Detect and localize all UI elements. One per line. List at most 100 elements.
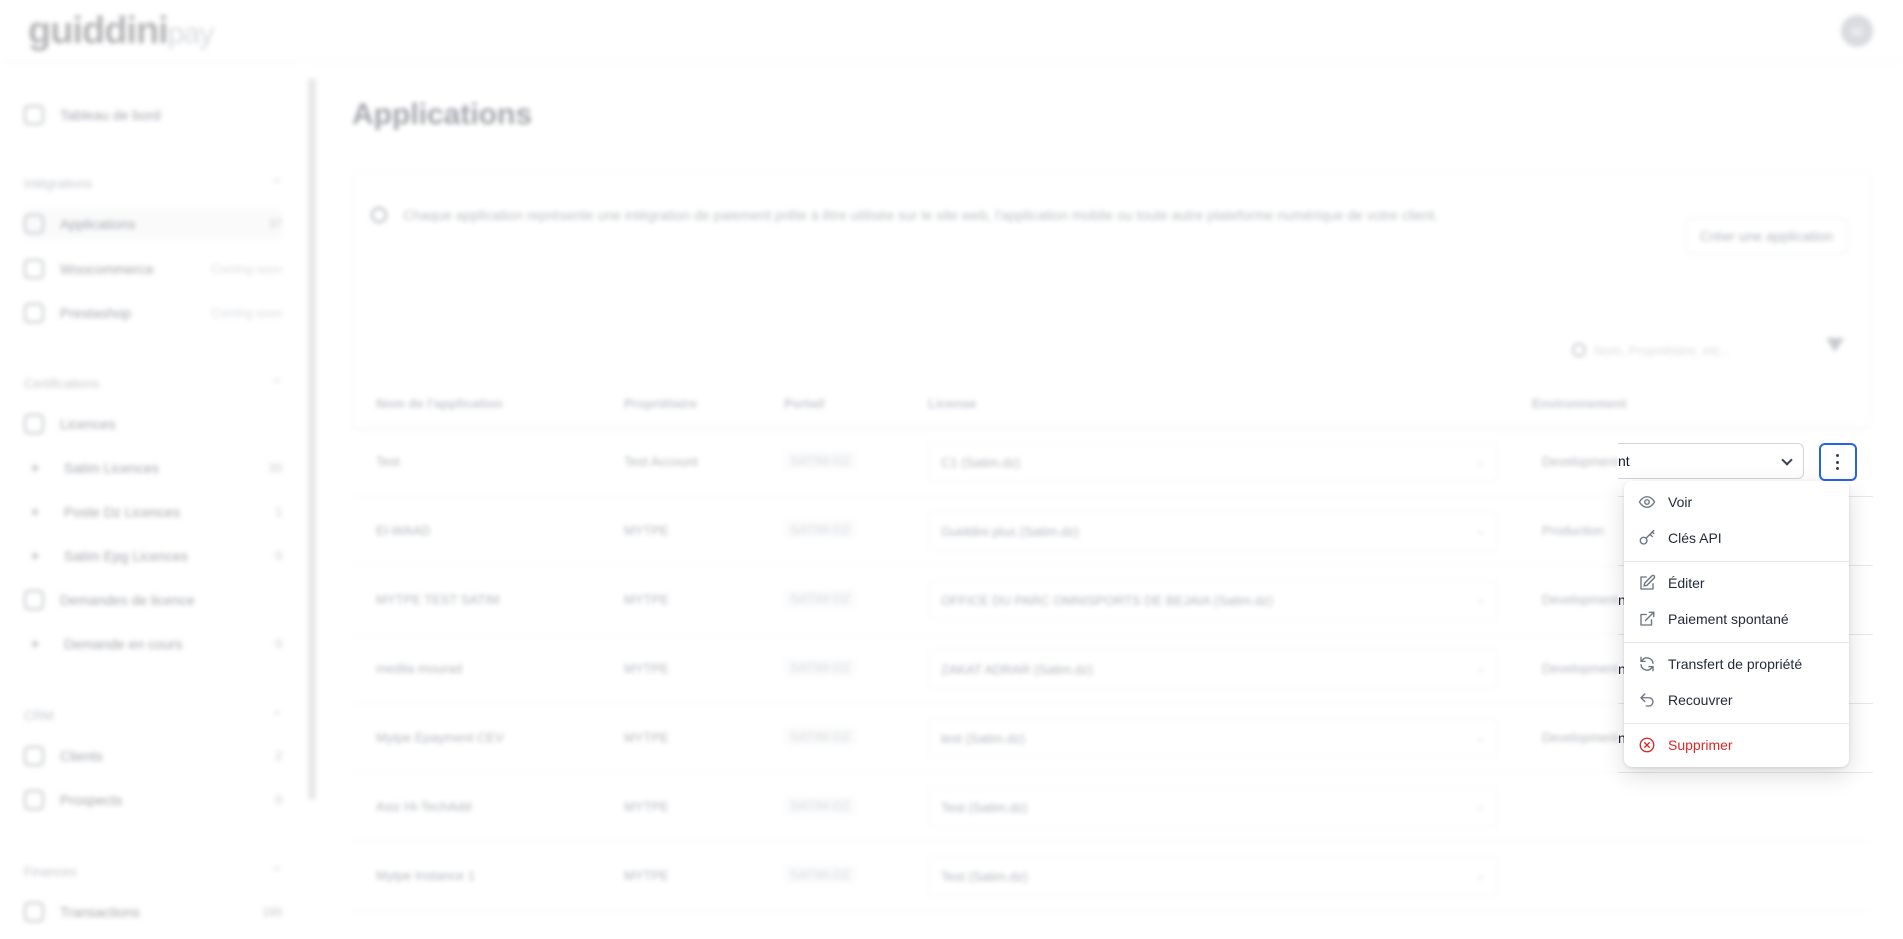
sidebar-item-label: Prestashop	[60, 305, 131, 321]
table-row[interactable]: Mytpe Instance 1 MYTPE SATIM-DZ Test (Satim…	[352, 842, 1870, 911]
column-header-owner[interactable]: Propriétaire	[624, 396, 697, 411]
column-header-license[interactable]: License	[928, 396, 976, 411]
column-header-environment[interactable]: Environnement	[1532, 396, 1627, 411]
menu-item-paiement-spontane[interactable]: Paiement spontané	[1624, 602, 1849, 636]
external-link-icon	[1640, 611, 1655, 626]
sidebar-item-dashboard[interactable]: Tableau de bord	[24, 100, 282, 130]
menu-item-label: Supprimer	[1668, 737, 1733, 753]
sidebar-item-satim-licences[interactable]: Satim Licences 30	[24, 453, 282, 483]
sidebar-item-licences[interactable]: Licences	[24, 409, 282, 439]
license-select[interactable]: Test (Satim.dz) ⌄	[928, 856, 1498, 896]
more-vertical-icon	[1836, 454, 1840, 470]
license-select-value: ZAKAT ADRAR (Satim.dz)	[941, 662, 1093, 677]
license-select[interactable]: Guiddini plus (Satim.dz) ⌄	[928, 511, 1498, 551]
logo[interactable]: guiddinipay	[28, 10, 214, 53]
filter-icon[interactable]	[1826, 338, 1844, 352]
sidebar-item-woocommerce[interactable]: Woocommerce Coming soon	[24, 254, 282, 284]
environment-select[interactable]: nt	[1618, 443, 1804, 479]
cell-owner: MYTPE	[624, 523, 669, 538]
sidebar-item-demande-en-cours[interactable]: Demande en cours 0	[24, 629, 282, 659]
chevron-down-icon: ⌄	[1475, 594, 1485, 606]
chevron-down-icon: ⌄	[1475, 456, 1485, 468]
sidebar-group-integrations[interactable]: Intégrations ⌃	[24, 176, 282, 191]
refresh-icon	[1640, 656, 1654, 672]
license-select[interactable]: ZAKAT ADRAR (Satim.dz) ⌄	[928, 649, 1498, 689]
environment-select-value: nt	[1618, 453, 1630, 469]
sidebar-item-demandes-licence[interactable]: Demandes de licence	[24, 585, 282, 615]
sidebar-item-prestashop[interactable]: Prestashop Coming soon	[24, 298, 282, 328]
sidebar-scrollbar[interactable]	[308, 78, 316, 800]
license-select[interactable]: C1 (Satim.dz) ⌄	[928, 442, 1498, 482]
info-icon	[371, 207, 387, 223]
chevron-down-icon	[1781, 454, 1793, 466]
sidebar-item-label: Prospects	[60, 792, 123, 808]
apps-icon	[24, 214, 44, 234]
cell-app-name: Asiz Hi-TechAdd	[376, 799, 472, 814]
sidebar-group-crm[interactable]: CRM ⌃	[24, 708, 282, 723]
menu-separator	[1624, 723, 1849, 724]
license-select[interactable]: OFFICE DU PARC OMNISPORTS DE BEJAIA (Sat…	[928, 580, 1498, 620]
license-select-value: OFFICE DU PARC OMNISPORTS DE BEJAIA (Sat…	[941, 593, 1273, 608]
undo-icon	[1640, 693, 1654, 707]
sidebar-item-satim-epg-licences[interactable]: Satim Epg Licences 0	[24, 541, 282, 571]
woocommerce-icon	[24, 259, 44, 279]
menu-item-recouvrer[interactable]: Recouvrer	[1624, 683, 1849, 717]
menu-item-label: Paiement spontané	[1668, 611, 1789, 627]
license-select[interactable]: Test (Satim.dz) ⌄	[928, 787, 1498, 827]
chevron-up-icon: ⌃	[271, 376, 282, 391]
card-icon	[24, 902, 44, 922]
avatar[interactable]: M	[1841, 15, 1873, 47]
chevron-up-icon: ⌃	[271, 864, 282, 879]
users-icon	[24, 746, 44, 766]
menu-item-cles-api[interactable]: Clés API	[1624, 521, 1849, 555]
sidebar-item-label: Licences	[60, 416, 116, 432]
cell-owner: MYTPE	[624, 592, 669, 607]
sidebar-item-label: Demandes de licence	[60, 592, 195, 608]
sidebar-item-prospects[interactable]: Prospects 0	[24, 785, 282, 815]
bullet-icon	[32, 641, 38, 647]
sidebar-item-poste-dz-licences[interactable]: Poste Dz Licences 1	[24, 497, 282, 527]
menu-separator	[1624, 561, 1849, 562]
coming-soon-badge: Coming soon	[211, 262, 282, 276]
menu-item-supprimer[interactable]: Supprimer	[1624, 728, 1849, 762]
column-header-portal[interactable]: Portail	[784, 396, 824, 411]
menu-item-voir[interactable]: Voir	[1624, 485, 1849, 519]
sidebar-item-label: Satim Licences	[64, 460, 159, 476]
logo-main-text: guiddini	[28, 10, 169, 52]
cell-app-name: Mytpe Instance 1	[376, 868, 475, 883]
cell-portal: SATIM-DZ	[784, 451, 857, 470]
sidebar: Tableau de bord Intégrations ⌃ Applicati…	[0, 62, 300, 939]
row-actions-button[interactable]	[1819, 443, 1857, 481]
sidebar-group-label: Finances	[24, 864, 77, 879]
x-circle-icon	[1639, 737, 1655, 753]
create-application-button[interactable]: Créer une application	[1684, 218, 1848, 254]
edit-icon	[1640, 574, 1656, 590]
search-icon	[1572, 343, 1586, 357]
home-icon	[24, 105, 44, 125]
sidebar-item-applications[interactable]: Applications 37	[24, 209, 282, 239]
menu-item-editer[interactable]: Éditer	[1624, 566, 1849, 600]
cell-app-name: Test	[376, 454, 400, 469]
menu-item-transfert-propriete[interactable]: Transfert de propriété	[1624, 647, 1849, 681]
menu-item-label: Voir	[1668, 494, 1693, 510]
license-select[interactable]: test (Satim.dz) ⌄	[928, 718, 1498, 758]
cell-portal: SATIM-DZ	[784, 727, 857, 746]
search-bar[interactable]: Nom, Propriétaire, etc...	[1572, 334, 1792, 366]
menu-item-label: Recouvrer	[1668, 692, 1733, 708]
column-header-name[interactable]: Nom de l'application	[376, 396, 503, 411]
sidebar-item-clients[interactable]: Clients 2	[24, 741, 282, 771]
sidebar-group-label: CRM	[24, 708, 54, 723]
cell-owner: MYTPE	[624, 868, 669, 883]
sidebar-item-label: Tableau de bord	[60, 107, 161, 123]
sidebar-item-label: Satim Epg Licences	[64, 548, 188, 564]
bullet-icon	[32, 465, 38, 471]
search-input[interactable]: Nom, Propriétaire, etc...	[1594, 343, 1731, 358]
cell-owner: Test Account	[624, 454, 698, 469]
sidebar-item-count: 1	[275, 505, 282, 519]
sidebar-group-certifications[interactable]: Certifications ⌃	[24, 376, 282, 391]
coming-soon-badge: Coming soon	[211, 306, 282, 320]
sidebar-group-finances[interactable]: Finances ⌃	[24, 864, 282, 879]
sidebar-item-label: Clients	[60, 748, 103, 764]
sidebar-item-transactions[interactable]: Transactions 186	[24, 897, 282, 927]
sidebar-item-count: 0	[275, 637, 282, 651]
